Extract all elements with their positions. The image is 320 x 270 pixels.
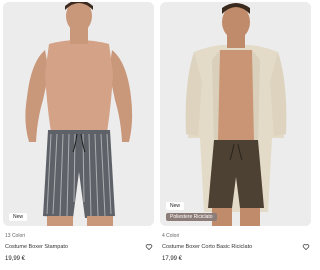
model-photo — [3, 2, 154, 226]
heart-icon[interactable] — [145, 243, 153, 251]
product-name-row: Costume Boxer Corto Basic Riciclato — [162, 243, 310, 251]
model-photo — [160, 2, 311, 226]
recycled-badge: Poliestere Riciclato — [166, 213, 217, 221]
color-count: 4 Colori — [162, 233, 180, 239]
product-card[interactable]: New Poliestere Riciclato 4 Colori Costum… — [160, 2, 311, 268]
product-price: 17,99 € — [162, 256, 183, 262]
badge-group: New Poliestere Riciclato — [166, 202, 217, 221]
heart-icon[interactable] — [302, 243, 310, 251]
badge-group: New — [9, 213, 28, 221]
product-image[interactable]: New Poliestere Riciclato — [160, 2, 311, 226]
new-badge: New — [166, 202, 185, 210]
product-name[interactable]: Costume Boxer Corto Basic Riciclato — [162, 244, 252, 250]
new-badge: New — [9, 213, 28, 221]
product-name-row: Costume Boxer Stampato — [5, 243, 153, 251]
product-price: 19,99 € — [5, 256, 26, 262]
color-count: 13 Colori — [5, 233, 26, 239]
product-image[interactable]: New — [3, 2, 154, 226]
product-card[interactable]: New 13 Colori Costume Boxer Stampato 19,… — [3, 2, 154, 268]
product-name[interactable]: Costume Boxer Stampato — [5, 244, 68, 250]
